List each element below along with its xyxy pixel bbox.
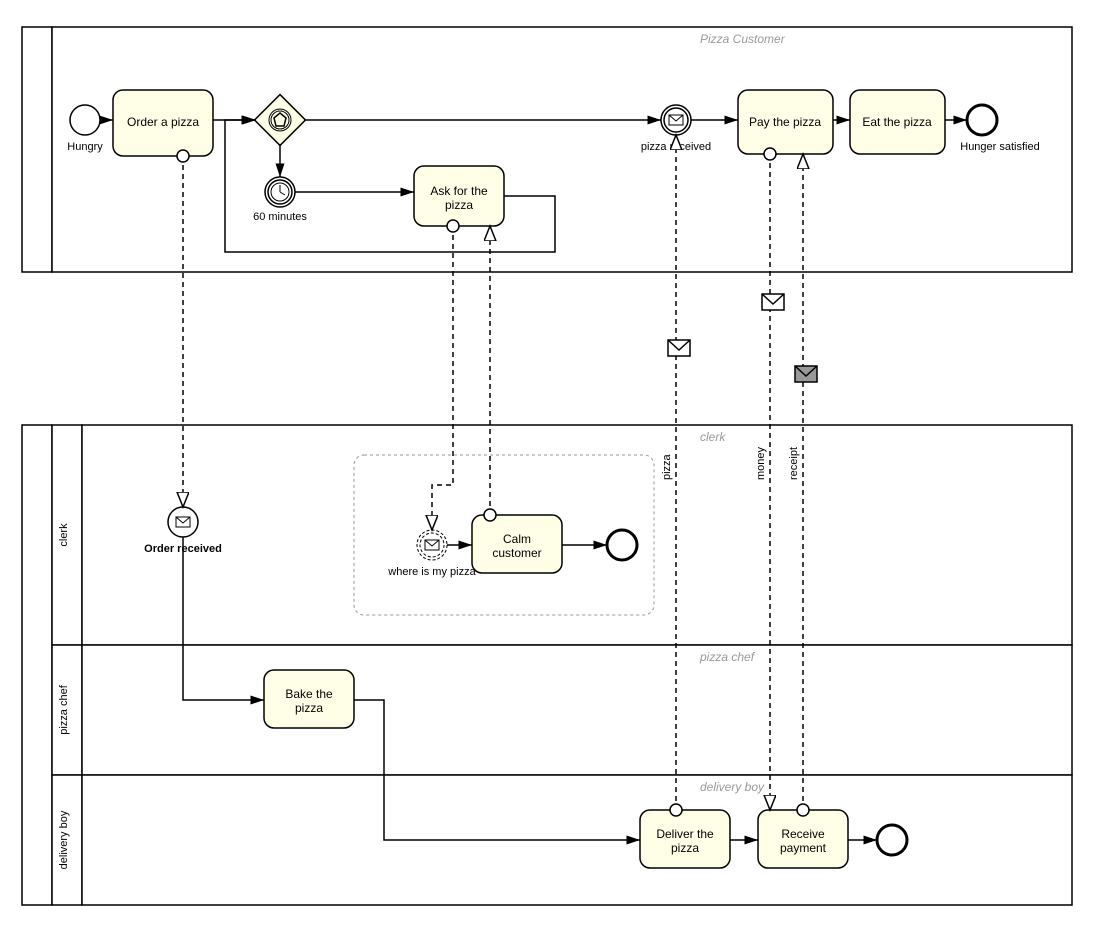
svg-text:clerk: clerk [58, 523, 70, 547]
task-deliver-pizza: Deliver the pizza [640, 810, 730, 868]
task-eat-pizza: Eat the pizza [850, 90, 945, 154]
task-order-pizza: Order a pizza [113, 90, 213, 156]
svg-text:60 minutes: 60 minutes [253, 211, 307, 223]
svg-text:Deliver the: Deliver the [656, 827, 714, 841]
svg-text:pizza: pizza [671, 841, 699, 855]
task-ask-pizza: Ask for the pizza [414, 166, 504, 226]
pool-vendor: Pizza vendor clerk clerk pizza chef pizz… [0, 425, 1072, 934]
svg-text:Calm: Calm [503, 532, 531, 546]
envelope-icon-filled [795, 366, 817, 382]
svg-text:Hunger satisfied: Hunger satisfied [960, 141, 1040, 153]
envelope-icon [668, 340, 690, 356]
svg-text:pizza: pizza [295, 701, 323, 715]
watermark-clerk: clerk [700, 430, 726, 444]
task-calm-customer: Calm customer [472, 515, 562, 573]
watermark-delivery: delivery boy [700, 780, 765, 794]
svg-text:Eat the pizza: Eat the pizza [862, 115, 932, 129]
svg-text:delivery boy: delivery boy [58, 810, 70, 869]
svg-text:receipt: receipt [788, 447, 800, 480]
svg-text:Hungry: Hungry [67, 141, 103, 153]
svg-text:Receive: Receive [781, 827, 825, 841]
svg-text:pizza chef: pizza chef [58, 684, 70, 734]
event-hungry: Hungry [67, 105, 103, 153]
watermark-customer: Pizza Customer [700, 32, 786, 46]
svg-text:pizza: pizza [445, 198, 473, 212]
bpmn-diagram: Pizza Customer Pizza Customer Hungry Ord… [0, 0, 1094, 934]
event-subprocess-end [607, 530, 637, 560]
svg-text:payment: payment [780, 841, 827, 855]
svg-text:Ask for the: Ask for the [430, 184, 488, 198]
svg-text:Pay the pizza: Pay the pizza [749, 115, 821, 129]
event-vendor-end [877, 825, 907, 855]
svg-text:money: money [755, 446, 767, 480]
svg-text:where is my pizza: where is my pizza [387, 566, 476, 578]
task-bake-pizza: Bake the pizza [264, 670, 354, 728]
task-receive-payment: Receive payment [758, 810, 848, 868]
svg-text:customer: customer [492, 546, 541, 560]
envelope-icon [762, 294, 784, 310]
svg-text:Order a pizza: Order a pizza [127, 115, 199, 129]
svg-text:pizza: pizza [661, 453, 673, 480]
pool-customer: Pizza Customer Pizza Customer [0, 27, 1072, 326]
watermark-chef: pizza chef [699, 650, 756, 664]
task-pay-pizza: Pay the pizza [738, 90, 833, 154]
svg-text:Bake the: Bake the [285, 687, 333, 701]
